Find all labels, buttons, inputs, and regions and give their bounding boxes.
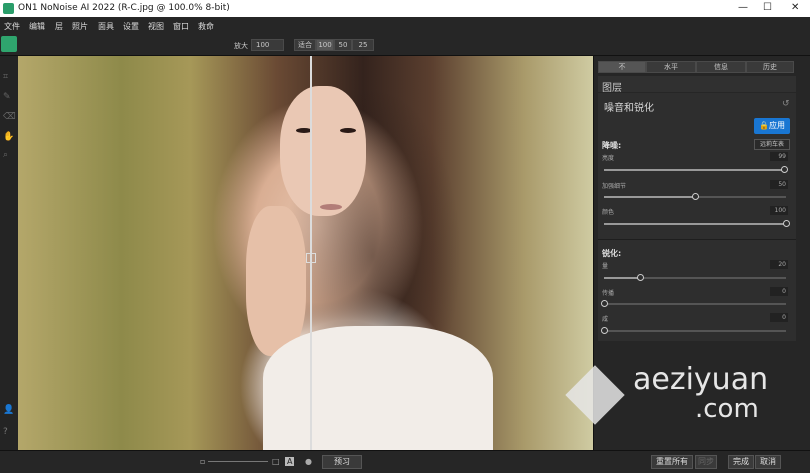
watermark: aeziyuan .com: [565, 360, 805, 430]
menu-photo[interactable]: 照片: [72, 21, 88, 32]
window-title: ON1 NoNoise AI 2022 (R-C.jpg @ 100.0% 8-…: [18, 3, 230, 13]
title-bar: ON1 NoNoise AI 2022 (R-C.jpg @ 100.0% 8-…: [0, 0, 810, 17]
luminance-value[interactable]: 99: [770, 152, 788, 161]
menu-help[interactable]: 救命: [198, 21, 214, 32]
watermark-name: aeziyuan: [633, 362, 769, 397]
photo-right-eye: [340, 128, 356, 133]
split-handle[interactable]: [306, 253, 316, 263]
photo-dress-region: [263, 326, 493, 450]
menu-bar: 文件 编辑 层 照片 面具 设置 视图 窗口 救命: [0, 17, 810, 34]
done-button[interactable]: 完成: [728, 455, 754, 469]
help-icon[interactable]: ?: [3, 427, 14, 438]
left-toolbar: ⌗ ✎ ⌫ ✋ ⌕: [0, 56, 18, 450]
module-divider: [598, 239, 796, 240]
zoom-label: 放大: [234, 42, 248, 50]
menu-edit[interactable]: 编辑: [29, 21, 45, 32]
color-label: 颜色: [602, 209, 615, 216]
zoom-100-button[interactable]: 100: [316, 39, 334, 51]
detail-label: 加强细节: [602, 183, 627, 190]
tab-history[interactable]: 历史: [746, 61, 794, 73]
sharpen-group-label: 锐化:: [602, 249, 622, 258]
color-slider[interactable]: [604, 220, 790, 227]
tab-info[interactable]: 信息: [696, 61, 746, 73]
zoom-tool-icon[interactable]: ⌕: [3, 150, 14, 161]
app-icon: [3, 3, 14, 14]
sync-button[interactable]: 同步: [695, 455, 717, 469]
noise-sharpen-module: 噪音和锐化 ↺ 🔒应用 降噪: 远莉车表 亮度 99 加强细节 50 颜色 10…: [598, 93, 796, 341]
eraser-tool-icon[interactable]: ⌫: [3, 112, 16, 123]
preview-button[interactable]: 预习: [322, 455, 362, 469]
tab-none[interactable]: 不: [598, 61, 646, 73]
luminance-slider[interactable]: [604, 166, 789, 173]
spread-slider[interactable]: [601, 300, 786, 307]
image-canvas[interactable]: [18, 56, 593, 450]
noise-group-label: 降噪:: [602, 141, 622, 150]
zoom-select[interactable]: 100: [251, 39, 284, 51]
layers-header[interactable]: 图层: [598, 76, 796, 94]
circle-icon[interactable]: ●: [305, 457, 312, 466]
mask-mode-icon[interactable]: A: [285, 457, 295, 466]
amount-label: 量: [602, 263, 609, 270]
reset-icon[interactable]: ↺: [782, 99, 790, 109]
user-icon[interactable]: 👤: [3, 405, 14, 416]
brush-tool-icon[interactable]: ✎: [3, 92, 14, 103]
cancel-button[interactable]: 取消: [755, 455, 781, 469]
apply-label: 应用: [768, 121, 785, 130]
top-toolbar: 放大 100 适合 100 50 25: [0, 34, 810, 56]
menu-mask[interactable]: 面具: [98, 21, 114, 32]
threshold-slider[interactable]: [601, 327, 786, 334]
photo-face-region: [280, 86, 366, 216]
luminance-label: 亮度: [602, 155, 615, 162]
bottom-bar: ▫ □ A ● 预习 重置所有 同步 完成 取消: [0, 450, 810, 473]
detail-value[interactable]: 50: [770, 180, 788, 189]
tab-levels[interactable]: 水平: [646, 61, 696, 73]
color-value[interactable]: 100: [770, 206, 788, 215]
menu-layer[interactable]: 层: [55, 21, 63, 32]
hand-tool-icon[interactable]: ✋: [3, 132, 14, 143]
reset-all-button[interactable]: 重置所有: [651, 455, 693, 469]
menu-file[interactable]: 文件: [4, 21, 20, 32]
menu-settings[interactable]: 设置: [123, 21, 139, 32]
zoom-25-button[interactable]: 25: [352, 39, 374, 51]
spread-value[interactable]: 0: [770, 287, 788, 296]
apply-button[interactable]: 🔒应用: [754, 118, 790, 134]
zoom-out-icon[interactable]: ▫: [200, 457, 205, 466]
zoom-in-icon[interactable]: □: [272, 457, 280, 466]
threshold-label: 咸: [602, 316, 609, 323]
menu-window[interactable]: 窗口: [173, 21, 189, 32]
minimize-button[interactable]: —: [738, 2, 748, 13]
zoom-50-button[interactable]: 50: [334, 39, 352, 51]
zoom-fit-button[interactable]: 适合: [294, 39, 316, 51]
maximize-button[interactable]: ☐: [763, 2, 772, 13]
amount-value[interactable]: 20: [770, 260, 788, 269]
threshold-value[interactable]: 0: [770, 313, 788, 322]
photo-hand-region: [246, 206, 306, 356]
photo-lips: [320, 204, 342, 210]
close-button[interactable]: ✕: [791, 2, 799, 13]
nonoise-logo-icon: [1, 36, 17, 52]
amount-slider[interactable]: [604, 274, 786, 281]
module-title: 噪音和锐化: [604, 103, 654, 114]
spread-label: 传播: [602, 290, 615, 297]
crop-tool-icon[interactable]: ⌗: [3, 72, 14, 83]
menu-view[interactable]: 视图: [148, 21, 164, 32]
noise-preset-select[interactable]: 远莉车表: [754, 139, 790, 150]
watermark-logo: [565, 365, 625, 425]
watermark-domain: .com: [695, 394, 759, 424]
detail-slider[interactable]: [604, 193, 786, 200]
zoom-slider[interactable]: [208, 461, 268, 462]
